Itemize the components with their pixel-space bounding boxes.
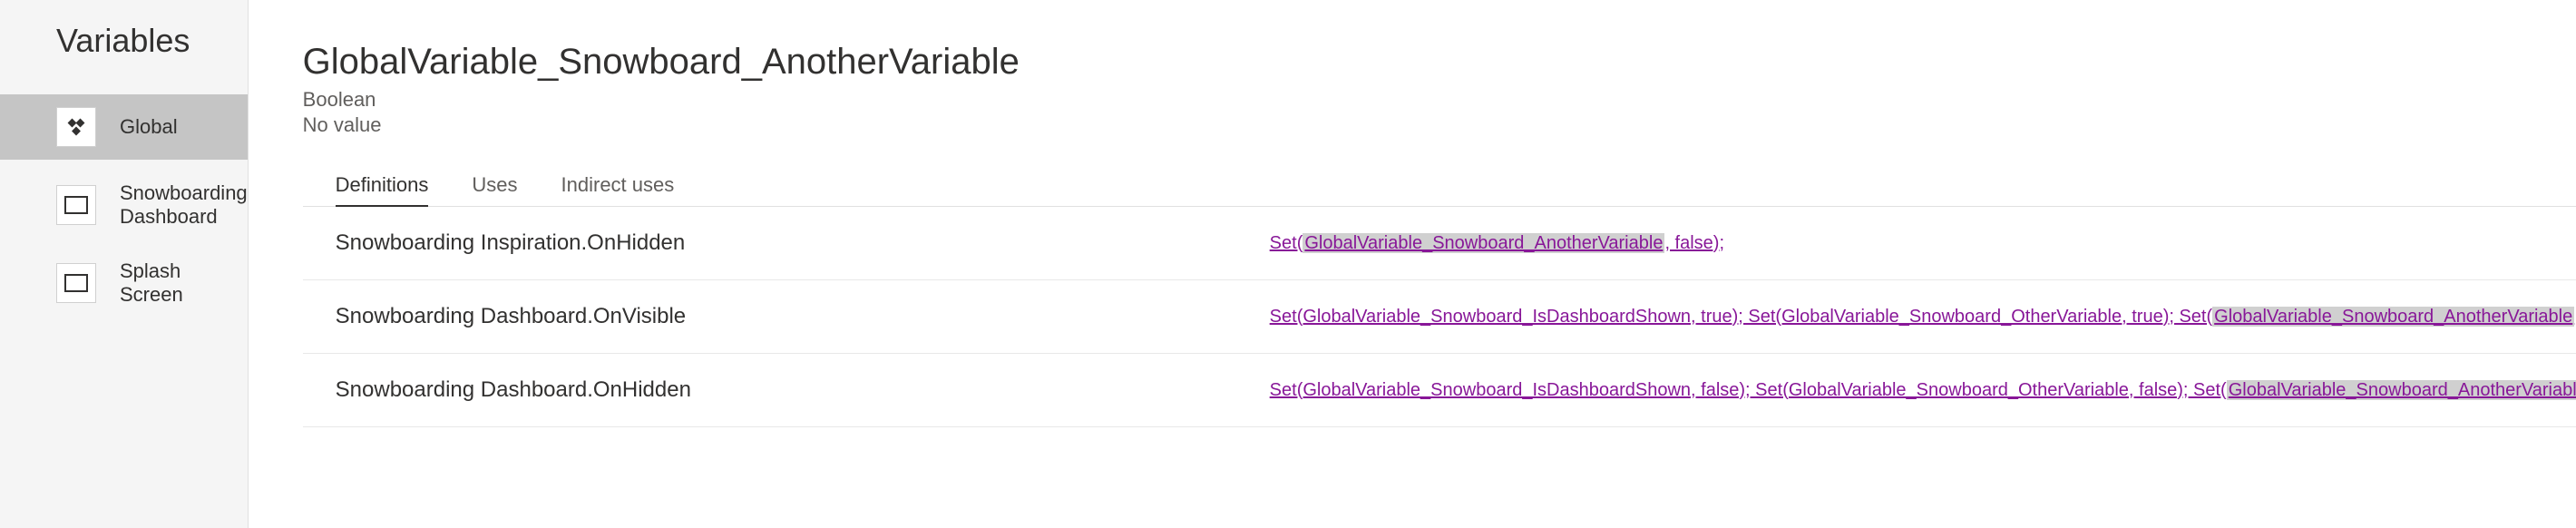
tabs: Definitions Uses Indirect uses	[303, 173, 2576, 207]
definition-row: Snowboarding Dashboard.OnVisibleSet(Glob…	[303, 280, 2576, 354]
variable-type: Boolean	[303, 88, 2576, 112]
definition-location: Snowboarding Dashboard.OnHidden	[336, 377, 1270, 403]
definition-row: Snowboarding Inspiration.OnHiddenSet(Glo…	[303, 207, 2576, 280]
sidebar-items: Global Snowboarding Dashboard Splash Scree…	[0, 94, 248, 316]
global-icon	[56, 107, 96, 147]
definition-formula-link[interactable]: Set(GlobalVariable_Snowboard_IsDashboard…	[1270, 307, 2576, 328]
tab-indirect-uses[interactable]: Indirect uses	[561, 173, 675, 206]
variable-value: No value	[303, 113, 2576, 137]
definition-row: Snowboarding Dashboard.OnHiddenSet(Globa…	[303, 354, 2576, 427]
sidebar-title: Variables	[0, 22, 248, 94]
sidebar-item-snowboarding-dashboard[interactable]: Snowboarding Dashboard	[0, 172, 248, 238]
sidebar-item-label: Splash Screen	[120, 259, 248, 307]
definition-location: Snowboarding Dashboard.OnVisible	[336, 304, 1270, 329]
definitions-list: Snowboarding Inspiration.OnHiddenSet(Glo…	[303, 207, 2576, 427]
definition-formula-link[interactable]: Set(GlobalVariable_Snowboard_IsDashboard…	[1270, 380, 2576, 401]
sidebar-item-label: Snowboarding Dashboard	[120, 181, 248, 229]
sidebar: Variables Global Snowboarding Dashboard Sp…	[0, 0, 249, 528]
definition-location: Snowboarding Inspiration.OnHidden	[336, 230, 1270, 256]
sidebar-item-label: Global	[120, 115, 178, 139]
sidebar-item-global[interactable]: Global	[0, 94, 248, 160]
screen-icon	[56, 263, 96, 303]
tab-definitions[interactable]: Definitions	[336, 173, 429, 206]
sidebar-item-splash-screen[interactable]: Splash Screen	[0, 250, 248, 316]
tab-uses[interactable]: Uses	[472, 173, 517, 206]
variable-name: GlobalVariable_Snowboard_AnotherVariable	[303, 42, 2576, 83]
main-panel: GlobalVariable_Snowboard_AnotherVariable…	[249, 0, 2576, 528]
screen-icon	[56, 185, 96, 225]
definition-formula-link[interactable]: Set(GlobalVariable_Snowboard_AnotherVari…	[1270, 233, 1724, 254]
